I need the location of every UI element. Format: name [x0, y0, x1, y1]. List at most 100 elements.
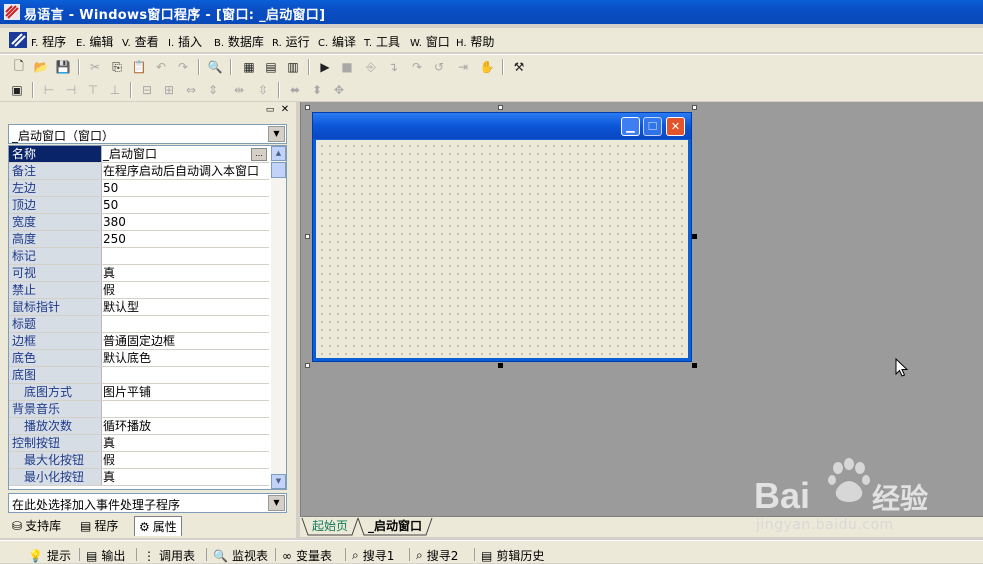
- undo-icon[interactable]: ↶: [152, 58, 170, 76]
- tab-program[interactable]: ▤ 程序: [80, 516, 118, 535]
- property-row[interactable]: 底图方式 图片平铺: [9, 384, 269, 401]
- copy-icon[interactable]: ⎘: [108, 58, 126, 76]
- property-row[interactable]: 禁止假: [9, 282, 269, 299]
- design-form-window[interactable]: ▁ ☐ ✕: [312, 112, 692, 362]
- space-horizontal-icon[interactable]: ⇹: [230, 81, 248, 99]
- run-to-cursor-icon[interactable]: ⇥: [454, 58, 472, 76]
- property-value[interactable]: 真: [103, 435, 269, 451]
- pin-icon[interactable]: ▭: [264, 105, 276, 115]
- same-height-icon[interactable]: ⇕: [204, 81, 222, 99]
- tab-properties[interactable]: ⚙ 属性: [134, 516, 182, 536]
- save-icon[interactable]: 💾: [54, 58, 72, 76]
- menu-view[interactable]: V. 查看: [122, 33, 159, 50]
- paste-icon[interactable]: 📋: [130, 58, 148, 76]
- property-scrollbar[interactable]: ▲ ▼: [271, 146, 286, 489]
- property-row[interactable]: 高度 250: [9, 231, 269, 248]
- resize-handle[interactable]: [692, 234, 697, 239]
- tab-call-stack[interactable]: ⋮ 调用表: [143, 547, 195, 564]
- property-value[interactable]: 50: [103, 180, 269, 196]
- property-row[interactable]: 可视真: [9, 265, 269, 282]
- form-icon[interactable]: ▣: [8, 81, 26, 99]
- step-out-icon[interactable]: ↺: [430, 58, 448, 76]
- property-value[interactable]: 假: [103, 452, 269, 468]
- property-value[interactable]: 250: [103, 231, 269, 247]
- property-value[interactable]: 默认底色: [103, 350, 269, 366]
- property-value[interactable]: _启动窗口: [103, 146, 269, 162]
- tab-hint[interactable]: 💡 提示: [28, 547, 71, 564]
- step-over-icon[interactable]: ↷: [408, 58, 426, 76]
- resize-handle[interactable]: [305, 363, 310, 368]
- stop-icon[interactable]: ■: [338, 58, 356, 76]
- menu-help[interactable]: H. 帮助: [456, 33, 494, 50]
- layout-1-icon[interactable]: ▦: [240, 58, 258, 76]
- property-value[interactable]: [103, 367, 269, 383]
- step-into-icon[interactable]: ↴: [384, 58, 402, 76]
- property-value[interactable]: 循环播放: [103, 418, 269, 434]
- object-selector[interactable]: _启动窗口（窗口） ▼: [8, 124, 287, 144]
- redo-icon[interactable]: ↷: [174, 58, 192, 76]
- resize-handle[interactable]: [498, 105, 503, 110]
- step-icon[interactable]: ⎆: [362, 58, 380, 76]
- event-selector[interactable]: 在此处选择加入事件处理子程序 ▼: [8, 493, 287, 513]
- center-vertical-icon[interactable]: ⊞: [160, 81, 178, 99]
- property-row[interactable]: 底色 默认底色: [9, 350, 269, 367]
- tab-search2[interactable]: ⌕ 搜寻2: [416, 547, 458, 564]
- resize-handle[interactable]: [305, 105, 310, 110]
- maximize-icon[interactable]: ☐: [643, 117, 662, 136]
- resize-handle[interactable]: [498, 363, 503, 368]
- property-row[interactable]: 最大化按钮假: [9, 452, 269, 469]
- chevron-down-icon[interactable]: ▼: [268, 126, 285, 142]
- property-row[interactable]: 宽度 380: [9, 214, 269, 231]
- same-width-icon[interactable]: ⇔: [182, 81, 200, 99]
- tab-library[interactable]: ⛁ 支持库: [12, 516, 61, 535]
- property-row[interactable]: 播放次数 循环播放: [9, 418, 269, 435]
- scroll-down-icon[interactable]: ▼: [271, 474, 286, 489]
- property-value[interactable]: 380: [103, 214, 269, 230]
- align-bottom-icon[interactable]: ⊥: [106, 81, 124, 99]
- resize-handle[interactable]: [692, 363, 697, 368]
- close-window-icon[interactable]: ✕: [666, 117, 685, 136]
- layout-3-icon[interactable]: ▥: [284, 58, 302, 76]
- new-file-icon[interactable]: 🗋: [10, 58, 28, 76]
- property-row[interactable]: 顶边 50: [9, 197, 269, 214]
- center-form-icon[interactable]: ✥: [330, 81, 348, 99]
- menu-tools[interactable]: T. 工具: [364, 33, 400, 50]
- tab-variables[interactable]: ∞ 变量表: [282, 547, 332, 564]
- menu-window[interactable]: W. 窗口: [410, 33, 450, 50]
- property-row[interactable]: 备注 在程序启动后自动调入本窗口: [9, 163, 269, 180]
- tab-clip-history[interactable]: ▤ 剪辑历史: [481, 547, 544, 564]
- property-row[interactable]: 鼠标指针 默认型: [9, 299, 269, 316]
- property-row[interactable]: 标题: [9, 316, 269, 333]
- ellipsis-button[interactable]: …: [251, 148, 267, 161]
- minimize-icon[interactable]: ▁: [621, 117, 640, 136]
- debug-tool-icon[interactable]: ⚒: [510, 58, 528, 76]
- form-title-bar[interactable]: ▁ ☐ ✕: [313, 113, 691, 139]
- property-row[interactable]: 背景音乐: [9, 401, 269, 418]
- app-menu-icon[interactable]: [9, 32, 27, 48]
- menu-insert[interactable]: I. 插入: [168, 33, 202, 50]
- property-value[interactable]: 假: [103, 282, 269, 298]
- align-right-icon[interactable]: ⊣: [62, 81, 80, 99]
- property-value[interactable]: 普通固定边框: [103, 333, 269, 349]
- chevron-down-icon[interactable]: ▼: [268, 495, 285, 511]
- property-value[interactable]: [103, 316, 269, 332]
- resize-handle[interactable]: [692, 105, 697, 110]
- scroll-up-icon[interactable]: ▲: [271, 146, 286, 161]
- run-icon[interactable]: ▶: [316, 58, 334, 76]
- property-row[interactable]: 边框 普通固定边框: [9, 333, 269, 350]
- property-value[interactable]: 真: [103, 469, 269, 485]
- open-folder-icon[interactable]: 📂: [32, 58, 50, 76]
- property-value[interactable]: 在程序启动后自动调入本窗口: [103, 163, 269, 179]
- property-value[interactable]: [103, 401, 269, 417]
- find-icon[interactable]: 🔍: [206, 58, 224, 76]
- property-row[interactable]: 左边 50: [9, 180, 269, 197]
- property-value[interactable]: 真: [103, 265, 269, 281]
- property-value[interactable]: 50: [103, 197, 269, 213]
- center-horizontal-icon[interactable]: ⊟: [138, 81, 156, 99]
- menu-run[interactable]: R. 运行: [272, 33, 310, 50]
- property-row[interactable]: 标记: [9, 248, 269, 265]
- cut-icon[interactable]: ✂: [86, 58, 104, 76]
- property-value[interactable]: [103, 248, 269, 264]
- property-row[interactable]: 底图: [9, 367, 269, 384]
- center-form-v-icon[interactable]: ⬍: [308, 81, 326, 99]
